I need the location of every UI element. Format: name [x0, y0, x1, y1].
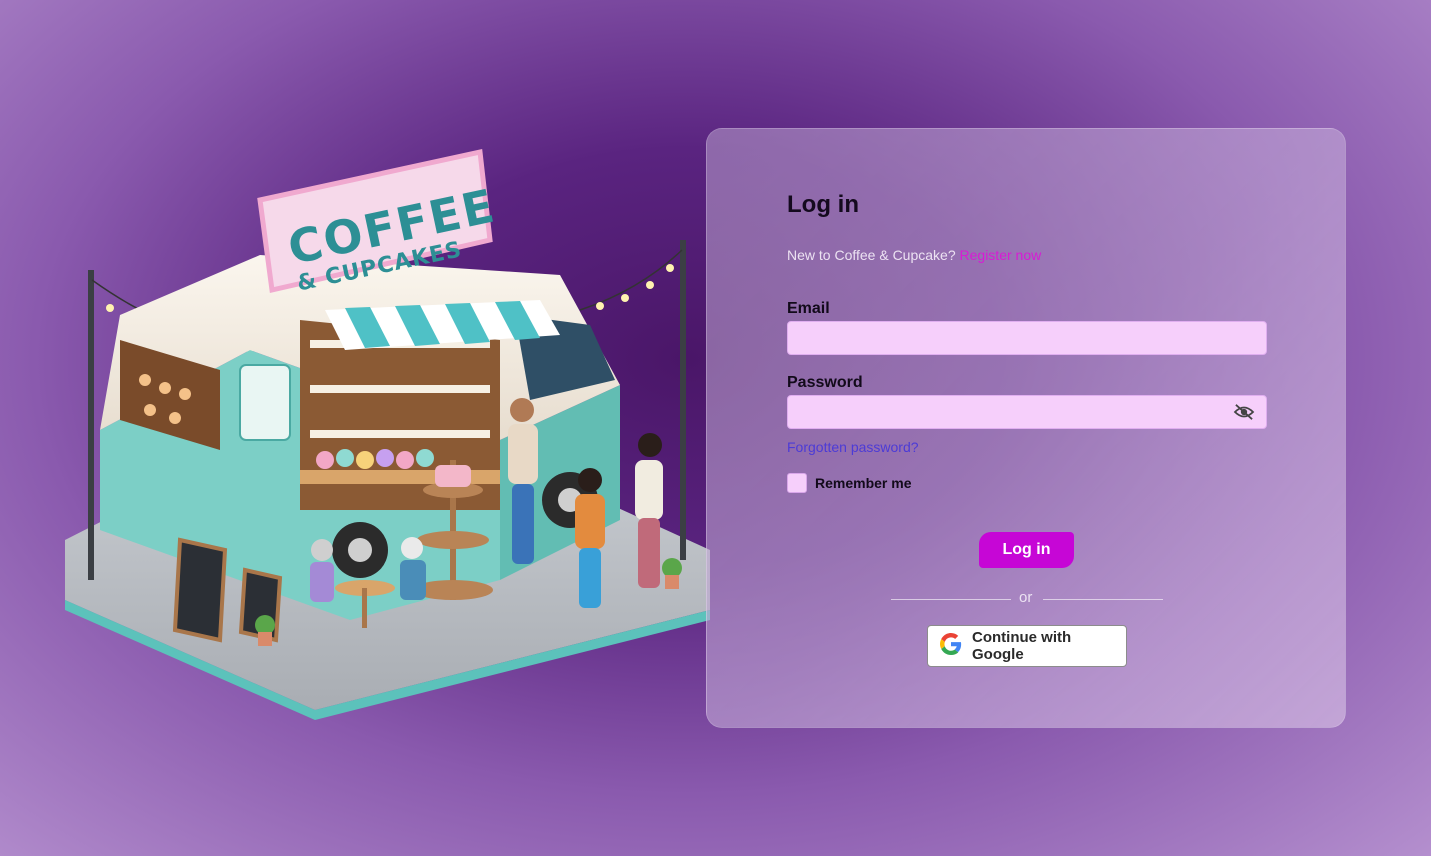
remember-me-label: Remember me	[815, 475, 912, 491]
divider-text: or	[1019, 589, 1033, 606]
register-prompt-text: New to Coffee & Cupcake?	[787, 247, 956, 263]
register-prompt: New to Coffee & Cupcake? Register now	[787, 247, 1041, 263]
divider-right	[1043, 599, 1163, 600]
remember-me-checkbox[interactable]	[787, 473, 807, 493]
email-field[interactable]	[787, 321, 1267, 355]
login-card: Log in New to Coffee & Cupcake? Register…	[706, 128, 1346, 728]
eye-slash-icon[interactable]	[1233, 403, 1255, 421]
google-g-icon	[940, 632, 962, 660]
login-button[interactable]: Log in	[979, 532, 1074, 568]
password-label: Password	[787, 374, 863, 391]
forgot-password-link[interactable]: Forgotten password?	[787, 439, 919, 455]
google-signin-button[interactable]: Continue with Google	[927, 625, 1127, 667]
password-field[interactable]	[787, 395, 1267, 429]
email-label: Email	[787, 300, 830, 317]
coffee-truck-scene: COFFEE & CUPCAKES	[65, 148, 710, 720]
page-title: Log in	[787, 191, 859, 218]
divider-left	[891, 599, 1011, 600]
register-link[interactable]: Register now	[960, 247, 1042, 263]
google-signin-label: Continue with Google	[972, 629, 1072, 663]
coffee-truck-illustration: COFFEE & CUPCAKES	[60, 140, 710, 720]
